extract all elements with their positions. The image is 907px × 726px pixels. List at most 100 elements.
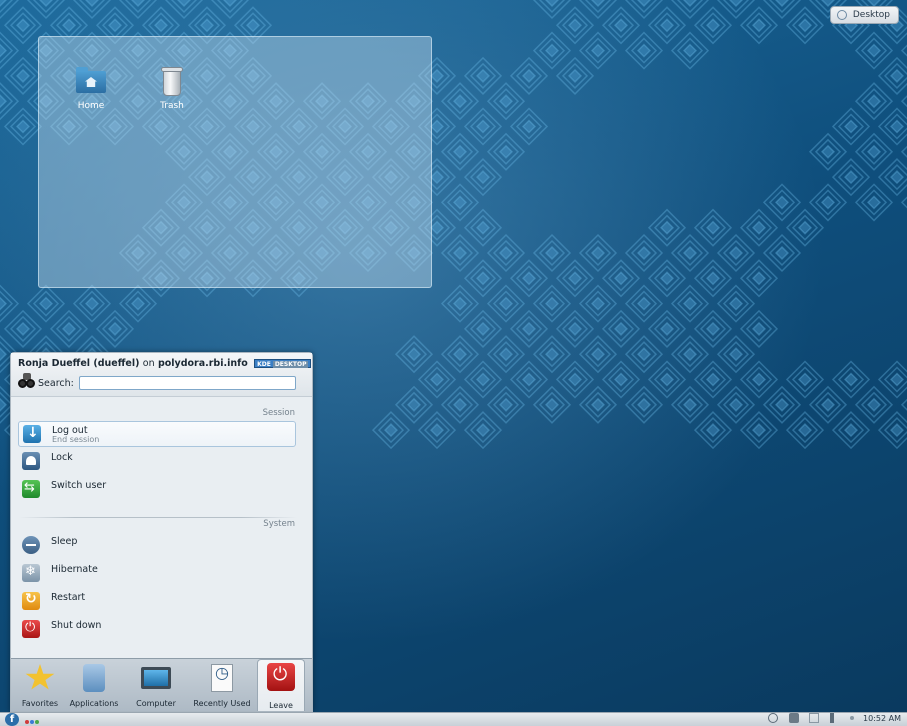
wallpaper-diamond xyxy=(751,321,767,336)
wallpaper-diamond xyxy=(866,94,882,109)
wallpaper-diamond xyxy=(705,321,721,336)
wallpaper-diamond xyxy=(774,397,790,412)
search-label: Search: xyxy=(38,378,74,389)
leave-item-log-out[interactable]: Log out End session xyxy=(18,421,296,447)
wallpaper-diamond xyxy=(0,0,8,8)
wallpaper-diamond xyxy=(61,18,77,33)
wallpaper-diamond xyxy=(475,321,491,336)
desktop-icon-label: Trash xyxy=(160,101,184,111)
tab-recently-used[interactable]: Recently Used xyxy=(191,661,253,709)
wallpaper-diamond xyxy=(475,68,491,83)
wallpaper-diamond xyxy=(567,68,583,83)
section-header-session: Session xyxy=(262,408,295,418)
user-info: Ronja Dueffel (dueffel) on polydora.rbi.… xyxy=(18,358,312,369)
wallpaper-diamond xyxy=(429,220,445,235)
item-title: Hibernate xyxy=(51,564,98,575)
wallpaper-diamond xyxy=(15,321,31,336)
wallpaper-diamond xyxy=(820,144,836,159)
wallpaper-diamond xyxy=(590,245,606,261)
wallpaper-diamond xyxy=(590,296,606,311)
leave-item-restart[interactable]: Restart xyxy=(18,589,296,615)
wallpaper-diamond xyxy=(84,296,100,311)
wallpaper-diamond xyxy=(751,18,767,33)
wallpaper-diamond xyxy=(544,0,560,8)
shutdown-icon xyxy=(22,620,40,638)
wallpaper-diamond xyxy=(475,170,491,185)
wallpaper-diamond xyxy=(705,372,721,387)
tab-computer[interactable]: Computer xyxy=(127,661,185,709)
tab-leave[interactable]: Leave xyxy=(257,659,305,711)
wallpaper-diamond xyxy=(682,43,698,58)
star-icon xyxy=(25,664,55,690)
wallpaper-diamond xyxy=(636,0,652,8)
item-title: Switch user xyxy=(51,480,107,491)
launcher-header: Ronja Dueffel (dueffel) on polydora.rbi.… xyxy=(11,353,312,397)
desktop-icon-trash[interactable]: Trash xyxy=(142,65,202,111)
activities-dots-icon[interactable] xyxy=(25,717,40,726)
wallpaper-diamond xyxy=(682,296,698,311)
wallpaper-diamond xyxy=(38,0,54,8)
lock-icon xyxy=(22,452,40,470)
wallpaper-diamond xyxy=(613,372,629,387)
leave-item-lock[interactable]: Lock xyxy=(18,449,296,475)
desktop-icon-home[interactable]: Home xyxy=(61,65,121,111)
wallpaper-diamond xyxy=(774,195,790,210)
leave-item-switch-user[interactable]: Switch user xyxy=(18,477,296,503)
wallpaper-diamond xyxy=(613,321,629,336)
wallpaper-diamond xyxy=(567,18,583,33)
wallpaper-diamond xyxy=(682,0,698,8)
wallpaper-diamond xyxy=(843,119,859,134)
wallpaper-diamond xyxy=(659,321,675,336)
wallpaper-diamond xyxy=(889,423,905,438)
folder-view-widget[interactable]: Home Trash xyxy=(38,36,432,288)
wallpaper-diamond xyxy=(843,170,859,185)
wallpaper-diamond xyxy=(751,220,767,235)
leave-icon xyxy=(267,663,295,691)
wallpaper-diamond xyxy=(889,372,905,387)
wallpaper-diamond xyxy=(498,94,514,109)
tab-applications[interactable]: Applications xyxy=(65,661,123,709)
wallpaper-diamond xyxy=(475,423,491,438)
network-icon[interactable] xyxy=(768,713,779,723)
wallpaper-diamond xyxy=(0,397,8,412)
device-notifier-icon[interactable] xyxy=(788,713,799,723)
wallpaper-diamond xyxy=(797,423,813,438)
wallpaper-diamond xyxy=(130,296,146,311)
volume-icon[interactable] xyxy=(829,713,840,723)
tab-favorites[interactable]: Favorites xyxy=(11,661,69,709)
application-launcher-button[interactable]: f xyxy=(5,713,19,726)
wallpaper-diamond xyxy=(590,43,606,58)
item-title: Lock xyxy=(51,452,73,463)
wallpaper-diamond xyxy=(521,321,537,336)
wallpaper-diamond xyxy=(705,220,721,235)
wallpaper-diamond xyxy=(452,296,468,311)
wallpaper-diamond xyxy=(820,195,836,210)
wallpaper-diamond xyxy=(222,0,238,8)
wallpaper-diamond xyxy=(429,170,445,185)
bottom-panel: f 10:52 AM xyxy=(0,712,907,726)
wallpaper-diamond xyxy=(751,372,767,387)
leave-item-hibernate[interactable]: Hibernate xyxy=(18,561,296,587)
tray-arrow-icon[interactable] xyxy=(850,716,855,720)
wallpaper-diamond xyxy=(590,397,606,412)
application-launcher: Ronja Dueffel (dueffel) on polydora.rbi.… xyxy=(10,352,313,712)
host-name: polydora.rbi.info xyxy=(157,358,248,369)
wallpaper-diamond xyxy=(567,321,583,336)
wallpaper-diamond xyxy=(130,0,146,8)
wallpaper-diamond xyxy=(705,18,721,33)
computer-icon xyxy=(141,667,171,689)
wallpaper-diamond xyxy=(866,43,882,58)
klipper-icon[interactable] xyxy=(809,713,820,723)
digital-clock[interactable]: 10:52 AM xyxy=(863,714,901,723)
desktop-toolbox-button[interactable]: Desktop xyxy=(829,6,899,24)
leave-item-sleep[interactable]: Sleep xyxy=(18,533,296,559)
leave-item-shut-down[interactable]: Shut down xyxy=(18,617,296,643)
wallpaper-diamond xyxy=(475,271,491,286)
item-title: Shut down xyxy=(51,620,102,631)
restart-icon xyxy=(22,591,40,610)
item-title: Restart xyxy=(51,592,86,603)
binoculars-search-icon xyxy=(18,373,36,389)
wallpaper-diamond xyxy=(774,245,790,261)
wallpaper-diamond xyxy=(636,397,652,412)
search-input[interactable] xyxy=(79,376,296,390)
